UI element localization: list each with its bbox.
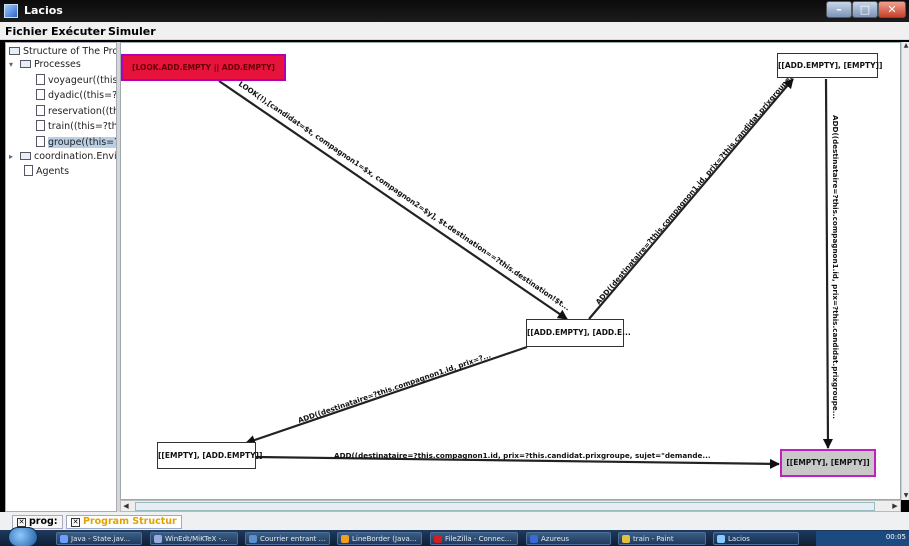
taskbar-item-lineborder[interactable]: LineBorder (Java... <box>337 532 422 545</box>
start-button[interactable] <box>8 527 38 546</box>
file-icon <box>36 74 45 85</box>
minimize-button[interactable]: – <box>826 1 852 18</box>
edge-label-empty-add-empty: ADD((destinataire=?this.compagnon1.id, p… <box>334 451 711 460</box>
expand-toggle-icon[interactable]: ▾ <box>9 60 18 69</box>
horizontal-scrollbar[interactable]: ◀ ▶ <box>120 500 901 512</box>
taskbar-item-courrier[interactable]: Courrier entrant ... <box>245 532 330 545</box>
maximize-button[interactable]: □ <box>852 1 878 18</box>
app-icon <box>4 4 18 18</box>
file-icon <box>36 105 45 116</box>
close-tab-icon[interactable]: ✕ <box>17 518 26 527</box>
taskbar-item-winedt[interactable]: WinEdt/MiKTeX -... <box>150 532 238 545</box>
expand-toggle-icon[interactable]: ▸ <box>9 152 18 161</box>
state-node-look[interactable]: [LOOK.ADD.EMPTY || ADD.EMPTY] <box>121 54 286 81</box>
state-graph-canvas: LOOK(!),[candidat=$t, compagnon1=$x, com… <box>120 42 901 500</box>
taskbar: Java - State.jav... WinEdt/MiKTeX -... C… <box>0 527 909 546</box>
scroll-left-icon[interactable]: ◀ <box>121 501 131 511</box>
scroll-down-icon[interactable]: ▼ <box>902 492 909 500</box>
tree-item-train[interactable]: train((this=?thi <box>36 120 116 134</box>
folder-icon <box>9 47 20 55</box>
tree-item-reservation[interactable]: reservation((th <box>36 105 116 119</box>
close-button[interactable]: ✕ <box>878 1 906 18</box>
edge-top-to-empty <box>822 78 833 449</box>
tab-program-structure[interactable]: ✕ Program Structur <box>66 515 182 529</box>
taskbar-item-azureus[interactable]: Azureus <box>526 532 611 545</box>
state-node-empty-add[interactable]: [[EMPTY], [ADD.EMPTY]] <box>157 442 262 469</box>
taskbar-item-java[interactable]: Java - State.jav... <box>56 532 142 545</box>
window-title: Lacios <box>24 4 63 17</box>
folder-icon <box>20 60 31 68</box>
tree-item-coordination[interactable]: ▸ coordination.Envir <box>9 151 116 165</box>
tree-item-agents[interactable]: Agents <box>24 165 69 179</box>
tree-item-voyageur[interactable]: voyageur((this= <box>36 74 116 88</box>
vertical-scrollbar[interactable]: ▲ ▼ <box>901 42 909 500</box>
scroll-up-icon[interactable]: ▲ <box>902 42 909 50</box>
file-icon <box>36 120 45 131</box>
scroll-right-icon[interactable]: ▶ <box>890 501 900 511</box>
tab-strip: ✕ prog: ✕ Program Structur <box>0 512 909 530</box>
edge-label-top-empty: ADD((destinataire=?this.compagnon1.id, p… <box>831 115 840 419</box>
tree-item-groupe[interactable]: groupe((this=? <box>36 136 116 150</box>
file-icon <box>36 136 45 147</box>
tree-root[interactable]: Structure of The Progra <box>9 46 116 60</box>
file-icon <box>36 89 45 100</box>
edge-look-to-mid <box>218 80 568 320</box>
tree-item-processes[interactable]: ▾ Processes <box>9 59 81 73</box>
menu-simuler[interactable]: Simuler <box>108 25 156 38</box>
edge-label-look: LOOK(!),[candidat=$t, compagnon1=$x, com… <box>237 79 572 312</box>
edge-label-mid-top: ADD((destinataire=?this.compagnon1.id, p… <box>594 69 798 306</box>
horizontal-scroll-thumb[interactable] <box>135 502 875 511</box>
edge-label-mid-empty-add: ADD((destinataire=?this.compagnon1.id, p… <box>297 351 492 425</box>
taskbar-item-filezilla[interactable]: FileZilla - Connec... <box>430 532 518 545</box>
file-icon <box>24 165 33 176</box>
menu-executer[interactable]: Exécuter <box>51 25 106 38</box>
menu-fichier[interactable]: Fichier <box>5 25 47 38</box>
program-structure-tree: Structure of The Progra ▾Processes voyag… <box>5 42 117 512</box>
state-node-add-empty-top[interactable]: [[ADD.EMPTY], [EMPTY]] <box>777 53 882 78</box>
taskbar-item-lacios[interactable]: Lacios <box>713 532 799 545</box>
title-bar: Lacios – □ ✕ <box>0 0 909 22</box>
graph-edges: LOOK(!),[candidat=$t, compagnon1=$x, com… <box>218 69 840 469</box>
folder-icon <box>20 152 31 160</box>
state-node-empty-empty[interactable]: [[EMPTY], [EMPTY]] <box>780 449 876 477</box>
clock[interactable]: 00:05 <box>886 533 906 541</box>
tree-item-dyadic[interactable]: dyadic((this=?t <box>36 89 116 103</box>
close-tab-icon[interactable]: ✕ <box>71 518 80 527</box>
state-node-add-mid[interactable]: [[ADD.EMPTY], [ADD.E... <box>526 319 631 347</box>
taskbar-item-paint[interactable]: train - Paint <box>618 532 706 545</box>
system-tray: 00:05 <box>816 531 909 546</box>
menu-bar: Fichier Exécuter Simuler <box>0 22 909 40</box>
